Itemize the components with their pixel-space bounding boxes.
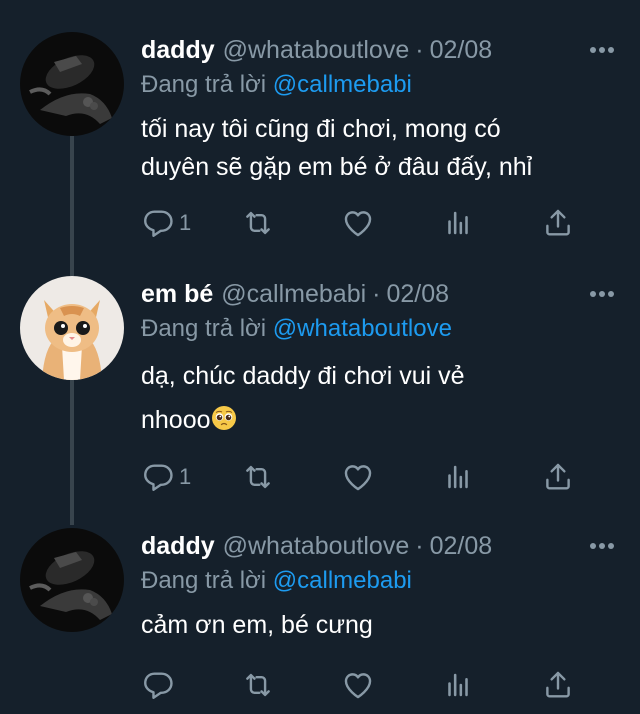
retweet-button[interactable] (241, 665, 275, 705)
tweet[interactable]: daddy @whataboutlove · 02/08 Đang trả lời … (0, 515, 640, 714)
tweet-text: cảm ơn em, bé cưng (141, 606, 620, 644)
retweet-icon (246, 211, 270, 235)
reply-icon (144, 210, 173, 237)
more-button[interactable] (584, 32, 620, 68)
tweet-header: em bé @callmebabi · 02/08 (141, 276, 620, 312)
share-button[interactable] (541, 457, 575, 497)
timestamp[interactable]: 02/08 (386, 280, 449, 308)
handle[interactable]: @whataboutlove (223, 36, 410, 64)
handle[interactable]: @callmebabi (221, 280, 366, 308)
tweet-text-fragment: nhooo (141, 406, 211, 434)
display-name[interactable]: em bé (141, 276, 213, 312)
display-name[interactable]: daddy (141, 528, 215, 564)
tweet-text-line: cảm ơn em, bé cưng (141, 611, 373, 639)
more-button[interactable] (584, 276, 620, 312)
analytics-icon (448, 673, 468, 697)
action-bar: 1 (141, 457, 581, 497)
display-name[interactable]: daddy (141, 32, 215, 68)
retweet-button[interactable] (241, 457, 275, 497)
reply-count: 1 (179, 210, 192, 235)
pleading-face-emoji-icon (211, 406, 236, 430)
reply-context: Đang trả lời @whataboutlove (141, 312, 620, 346)
reply-icon (144, 672, 173, 699)
share-button[interactable] (541, 203, 575, 243)
separator: · (415, 36, 424, 64)
share-icon (546, 463, 570, 490)
reply-context: Đang trả lời @callmebabi (141, 564, 620, 598)
analytics-icon (448, 211, 468, 235)
like-button[interactable] (341, 665, 375, 705)
share-icon (546, 671, 570, 698)
avatar-image (20, 32, 124, 136)
timestamp[interactable]: 02/08 (430, 532, 493, 560)
like-icon (344, 211, 372, 237)
handle[interactable]: @whataboutlove (223, 532, 410, 560)
reply-mention-link[interactable]: @whataboutlove (273, 315, 452, 342)
timestamp[interactable]: 02/08 (430, 36, 493, 64)
reply-prefix: Đang trả lời (141, 315, 267, 342)
reply-mention-link[interactable]: @callmebabi (273, 71, 412, 98)
tweet[interactable]: daddy @whataboutlove · 02/08 Đang trả lời … (0, 0, 640, 260)
action-bar: 1 (141, 203, 581, 243)
tweet-text-line: dạ, chúc daddy đi chơi vui vẻ (141, 362, 465, 390)
like-button[interactable] (341, 457, 375, 497)
retweet-icon (246, 673, 270, 697)
avatar-image (20, 276, 124, 380)
reply-icon (144, 464, 173, 491)
analytics-button[interactable] (441, 203, 475, 243)
reply-prefix: Đang trả lời (141, 71, 267, 98)
reply-context: Đang trả lời @callmebabi (141, 68, 620, 102)
share-icon (546, 209, 570, 236)
tweet-text-line: tối nay tôi cũng đi chơi, mong có (141, 115, 501, 143)
like-icon (344, 465, 372, 491)
tweet-text: dạ, chúc daddy đi chơi vui vẻ nhooo (141, 354, 620, 442)
share-button[interactable] (541, 665, 575, 705)
reply-mention-link[interactable]: @callmebabi (273, 567, 412, 594)
reply-prefix: Đang trả lời (141, 567, 267, 594)
action-bar (141, 665, 581, 705)
more-button[interactable] (584, 528, 620, 564)
avatar[interactable] (20, 276, 124, 380)
reply-count: 1 (179, 464, 192, 489)
analytics-icon (448, 465, 468, 489)
avatar-image (20, 528, 124, 632)
tweet-text-line: nhooo (141, 398, 620, 442)
reply-button[interactable]: 1 (141, 457, 191, 497)
retweet-icon (246, 465, 270, 489)
tweet-text: tối nay tôi cũng đi chơi, mong có duyên … (141, 110, 620, 186)
more-icon (590, 291, 614, 297)
more-icon (590, 47, 614, 53)
tweet-header: daddy @whataboutlove · 02/08 (141, 32, 620, 68)
retweet-button[interactable] (241, 203, 275, 243)
separator: · (415, 532, 424, 560)
analytics-button[interactable] (441, 457, 475, 497)
tweet-text-line: duyên sẽ gặp em bé ở đâu đấy, nhỉ (141, 153, 533, 181)
like-button[interactable] (341, 203, 375, 243)
avatar[interactable] (20, 32, 124, 136)
separator: · (372, 280, 381, 308)
more-icon (590, 543, 614, 549)
analytics-button[interactable] (441, 665, 475, 705)
reply-button[interactable]: 1 (141, 203, 191, 243)
tweet-header: daddy @whataboutlove · 02/08 (141, 528, 620, 564)
reply-button[interactable] (141, 665, 179, 705)
like-icon (344, 673, 372, 699)
avatar[interactable] (20, 528, 124, 632)
tweet[interactable]: em bé @callmebabi · 02/08 Đang trả lời @wh… (0, 260, 640, 515)
